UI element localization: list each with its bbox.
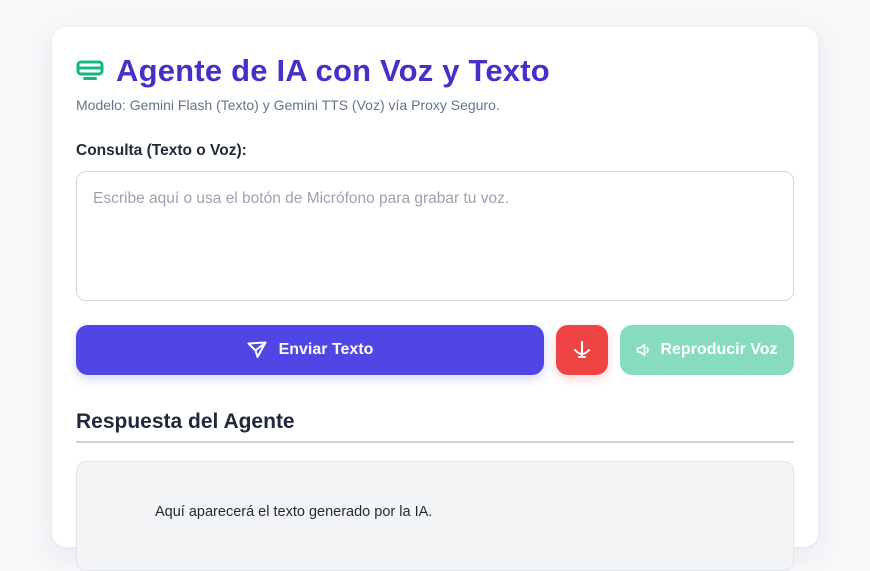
response-box: Aquí aparecerá el texto generado por la …	[76, 461, 794, 571]
header: Agente de IA con Voz y Texto	[76, 53, 550, 89]
send-icon	[247, 341, 267, 359]
response-section-title: Respuesta del Agente	[76, 410, 295, 433]
send-text-button[interactable]: Enviar Texto	[76, 325, 544, 375]
play-voice-button[interactable]: Reproducir Voz	[620, 325, 794, 375]
speaker-icon	[636, 343, 652, 357]
response-text: Aquí aparecerá el texto generado por la …	[155, 504, 433, 520]
section-divider	[76, 441, 794, 443]
play-voice-label: Reproducir Voz	[660, 341, 778, 358]
query-input[interactable]	[76, 171, 794, 301]
microphone-icon	[571, 339, 593, 361]
microphone-button[interactable]	[556, 325, 608, 375]
page-title: Agente de IA con Voz y Texto	[116, 53, 550, 88]
model-subtitle: Modelo: Gemini Flash (Texto) y Gemini TT…	[76, 97, 500, 113]
agent-card: Agente de IA con Voz y Texto Modelo: Gem…	[52, 27, 818, 571]
query-label: Consulta (Texto o Voz):	[76, 142, 247, 159]
monitor-icon	[76, 60, 104, 82]
send-text-label: Enviar Texto	[278, 341, 374, 358]
